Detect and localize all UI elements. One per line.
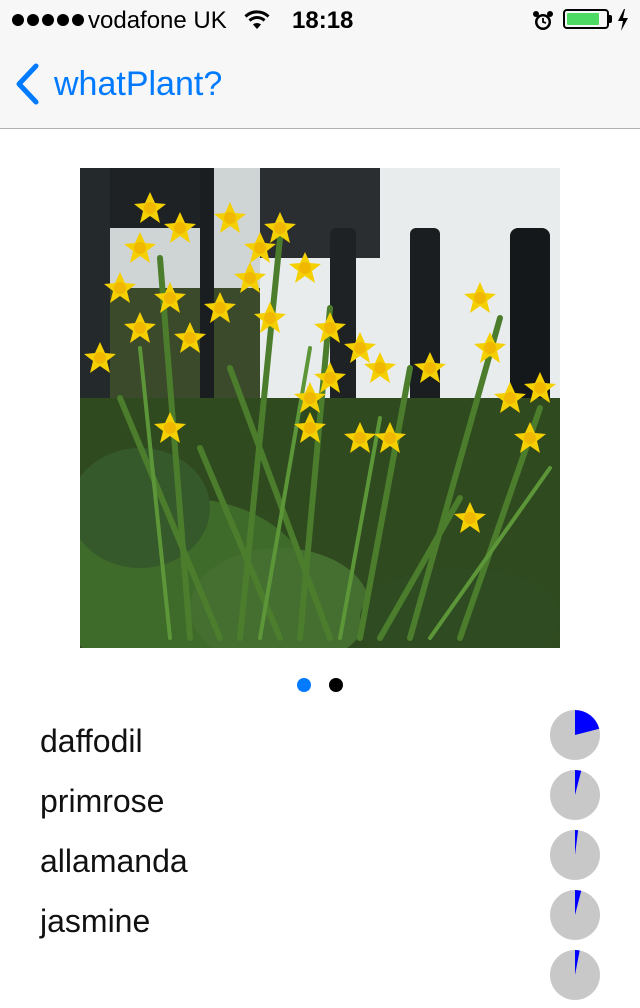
carrier-name: vodafone UK bbox=[88, 7, 227, 34]
plant-name: primrose bbox=[40, 783, 165, 819]
navigation-bar: whatPlant? bbox=[0, 40, 640, 129]
plant-name: jasmine bbox=[40, 903, 151, 939]
result-row[interactable]: daffodil bbox=[0, 708, 640, 768]
plant-name: daffodil bbox=[40, 723, 143, 759]
result-row[interactable] bbox=[0, 948, 640, 1008]
status-time: 18:18 bbox=[292, 7, 354, 34]
confidence-pie bbox=[550, 770, 600, 820]
alarm-icon bbox=[533, 11, 553, 30]
page-dot-1[interactable] bbox=[297, 678, 311, 692]
chevron-left-icon bbox=[16, 63, 39, 105]
confidence-pie bbox=[550, 710, 600, 760]
result-row[interactable]: jasmine bbox=[0, 888, 640, 948]
confidence-pie bbox=[550, 830, 600, 880]
battery-tip bbox=[609, 15, 612, 23]
battery-icon bbox=[563, 9, 609, 29]
plant-name: allamanda bbox=[40, 843, 188, 879]
page-control[interactable] bbox=[297, 678, 343, 692]
page-dot-2[interactable] bbox=[329, 678, 343, 692]
charging-bolt-icon bbox=[618, 9, 628, 31]
plant-photo[interactable] bbox=[80, 168, 560, 648]
confidence-pie bbox=[550, 890, 600, 940]
back-button-label: whatPlant? bbox=[54, 65, 223, 103]
result-row[interactable]: allamanda bbox=[0, 828, 640, 888]
back-button[interactable]: whatPlant? bbox=[14, 62, 222, 106]
status-bar: vodafone UK 18:18 bbox=[0, 0, 640, 40]
result-row[interactable]: primrose bbox=[0, 768, 640, 828]
daffodil-image bbox=[80, 168, 560, 648]
wifi-icon bbox=[244, 10, 270, 29]
signal-strength-icon bbox=[12, 14, 84, 26]
confidence-pie bbox=[550, 950, 600, 1000]
